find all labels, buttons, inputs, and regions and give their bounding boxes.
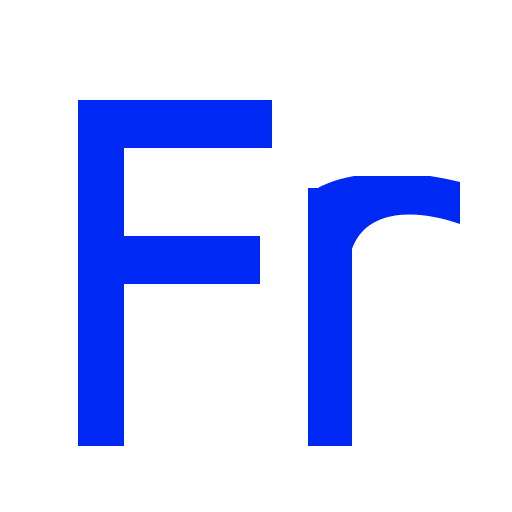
icon-canvas: Fr <box>0 0 512 512</box>
icon-text: Fr <box>0 0 1 1</box>
letter-r-shoulder <box>300 176 480 306</box>
letter-f-top-bar <box>78 100 272 148</box>
letter-f-middle-bar <box>78 236 260 284</box>
letter-r-shoulder-shape <box>308 176 460 306</box>
